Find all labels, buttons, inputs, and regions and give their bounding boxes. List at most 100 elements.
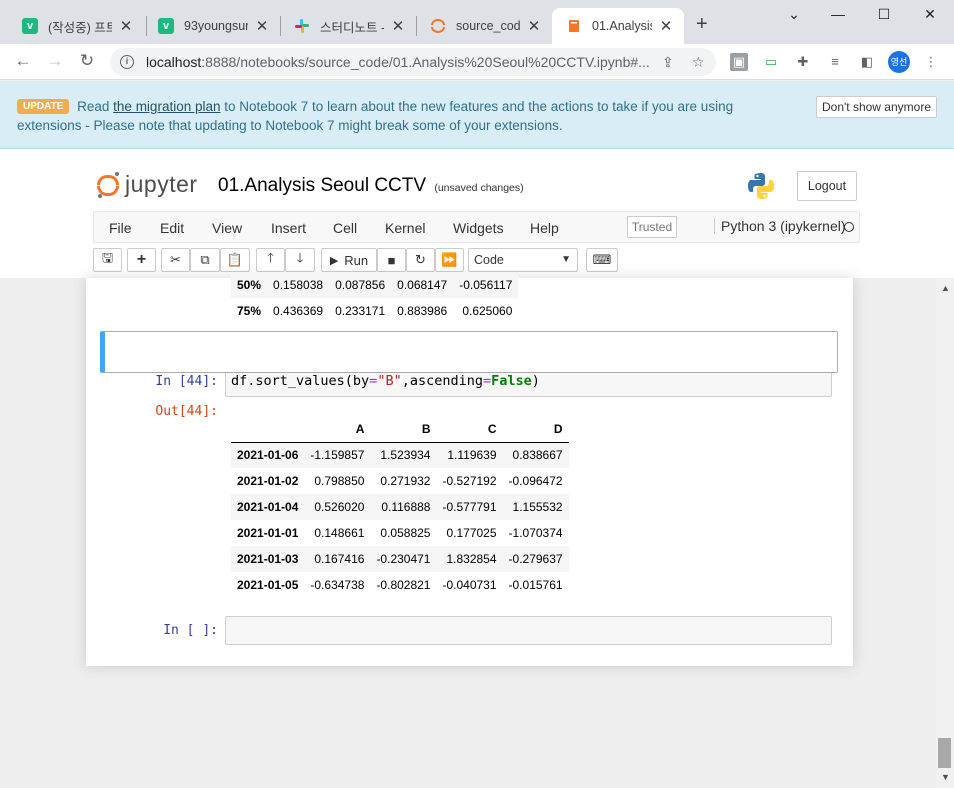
- screen-capture-icon[interactable]: ▭: [762, 53, 780, 71]
- menu-insert[interactable]: Insert: [271, 220, 306, 236]
- play-icon: ▶: [329, 254, 339, 267]
- menu-edit[interactable]: Edit: [160, 220, 184, 236]
- column-header: C: [436, 416, 503, 443]
- cut-icon[interactable]: ✂: [161, 248, 190, 272]
- table-row: 50% 0.158038 0.087856 0.068147 -0.056117: [231, 272, 519, 298]
- table-cell: 0.087856: [335, 278, 386, 292]
- logout-button[interactable]: Logout: [797, 171, 857, 201]
- menu-help[interactable]: Help: [530, 220, 559, 236]
- close-tab-icon[interactable]: ✕: [118, 17, 134, 35]
- browser-tab[interactable]: source_code/ ✕: [416, 8, 552, 44]
- browser-tab-strip: v (작성중) 프트 ✕ v 93youngsun ✕ 스터디노트 - ✕ so…: [0, 0, 954, 44]
- notebook-title-area[interactable]: 01.Analysis Seoul CCTV (unsaved changes): [218, 175, 524, 197]
- forward-arrow-icon[interactable]: →: [44, 51, 66, 71]
- table-row: 2021-01-05 -0.634738 -0.802821 -0.040731 -0.…: [231, 572, 569, 598]
- table-row: 2021-01-01 0.148661 0.058825 0.177025 -1.070…: [231, 520, 569, 546]
- cell-type-select[interactable]: Code ▼: [468, 248, 578, 272]
- table-cell: -0.040731: [442, 578, 497, 592]
- scroll-down-arrow-icon[interactable]: ▼: [941, 772, 950, 782]
- trusted-indicator[interactable]: Trusted: [627, 216, 677, 238]
- chevron-down-icon: ▼: [561, 254, 571, 265]
- table-cell: -0.279637: [508, 552, 563, 566]
- row-label: 2021-01-04: [237, 500, 299, 514]
- browser-tab-active[interactable]: 01.Analysis S ✕: [552, 8, 684, 44]
- browser-tab[interactable]: v (작성중) 프트 ✕: [8, 8, 144, 44]
- dont-show-anymore-button[interactable]: Don't show anymore: [816, 96, 937, 118]
- table-cell: 0.116888: [381, 500, 431, 514]
- restart-run-all-icon[interactable]: ⏩: [435, 248, 464, 272]
- menu-bar: File Edit View Insert Cell Kernel Widget…: [93, 211, 860, 243]
- save-icon[interactable]: 🖫: [93, 248, 122, 272]
- menu-kernel[interactable]: Kernel: [385, 220, 425, 236]
- vlog-favicon-icon: v: [22, 18, 38, 34]
- stop-icon[interactable]: ■: [377, 248, 406, 272]
- menu-cell[interactable]: Cell: [333, 220, 357, 236]
- star-bookmark-icon[interactable]: ☆: [692, 54, 705, 71]
- close-tab-icon[interactable]: ✕: [390, 17, 406, 35]
- table-row: 2021-01-06 -1.159857 1.523934 1.119639 0.838…: [231, 442, 569, 468]
- table-cell: -0.230471: [376, 552, 431, 566]
- chevron-down-icon[interactable]: ⌄: [784, 6, 804, 23]
- selected-cell[interactable]: [100, 331, 838, 373]
- share-icon[interactable]: ⇪: [662, 54, 674, 71]
- jupyter-logo[interactable]: jupyter: [97, 171, 198, 198]
- copy-icon[interactable]: ⧉: [190, 248, 220, 272]
- jupyter-logo-icon: [97, 171, 119, 198]
- index-header: [231, 416, 305, 443]
- side-panel-icon[interactable]: ◧: [858, 53, 876, 71]
- media-queue-icon[interactable]: ≡: [826, 53, 844, 71]
- extension-icon[interactable]: ▣: [730, 53, 748, 71]
- table-cell: 0.883986: [397, 304, 448, 318]
- close-tab-icon[interactable]: ✕: [254, 17, 270, 35]
- menu-widgets[interactable]: Widgets: [453, 220, 504, 236]
- puzzle-extensions-icon[interactable]: ✚: [794, 53, 812, 71]
- move-up-icon[interactable]: 🡑: [256, 248, 285, 272]
- scroll-up-arrow-icon[interactable]: ▲: [941, 283, 950, 293]
- close-tab-icon[interactable]: ✕: [526, 17, 542, 35]
- restart-icon[interactable]: ↻: [406, 248, 435, 272]
- close-tab-icon[interactable]: ✕: [658, 17, 674, 35]
- table-cell: 0.625060: [462, 304, 513, 318]
- migration-plan-link[interactable]: the migration plan: [113, 99, 220, 114]
- code-token: ): [531, 373, 540, 389]
- paste-icon[interactable]: 📋: [220, 248, 250, 272]
- table-cell: -0.056117: [459, 278, 513, 292]
- browser-tab[interactable]: v 93youngsun ✕: [144, 8, 280, 44]
- url-text[interactable]: localhost:8888/notebooks/source_code/01.…: [146, 54, 656, 70]
- row-label: 50%: [237, 278, 262, 292]
- back-arrow-icon[interactable]: ←: [12, 51, 34, 71]
- run-button[interactable]: ▶ Run: [321, 248, 377, 272]
- scrollbar-thumb[interactable]: [938, 738, 951, 768]
- command-palette-keyboard-icon[interactable]: ⌨: [586, 248, 618, 272]
- move-down-icon[interactable]: 🡓: [285, 248, 315, 272]
- kebab-menu-icon[interactable]: ⋮: [922, 53, 940, 71]
- kernel-idle-indicator-icon: [844, 222, 854, 232]
- minimize-icon[interactable]: —: [828, 6, 848, 22]
- table-row: 2021-01-03 0.167416 -0.230471 1.832854 -0.27…: [231, 546, 569, 572]
- close-window-icon[interactable]: ✕: [920, 6, 940, 23]
- maximize-icon[interactable]: ☐: [874, 6, 894, 23]
- kernel-name[interactable]: Python 3 (ipykernel): [714, 218, 846, 234]
- profile-avatar[interactable]: 영선: [888, 51, 910, 73]
- cell-type-value: Code: [474, 253, 504, 267]
- vertical-scrollbar[interactable]: ▲ ▼: [936, 278, 954, 788]
- insert-cell-below-icon[interactable]: +: [127, 248, 156, 272]
- menu-file[interactable]: File: [109, 220, 132, 236]
- table-cell: 0.526020: [314, 500, 365, 514]
- address-bar[interactable]: i localhost:8888/notebooks/source_code/0…: [110, 48, 716, 76]
- reload-icon[interactable]: ↻: [76, 51, 98, 71]
- browser-tab[interactable]: 스터디노트 - ✕: [280, 8, 416, 44]
- table-cell: -1.070374: [508, 526, 563, 540]
- tab-title: (작성중) 프트: [48, 20, 112, 35]
- empty-code-input[interactable]: [225, 616, 832, 645]
- new-tab-icon[interactable]: +: [696, 13, 708, 36]
- menu-view[interactable]: View: [212, 220, 242, 236]
- info-icon[interactable]: i: [120, 55, 134, 69]
- python-logo-icon: [746, 171, 776, 201]
- code-token: =: [482, 373, 492, 389]
- table-cell: 1.523934: [380, 448, 431, 463]
- table-cell: -0.096472: [508, 474, 563, 488]
- table-cell: 0.798850: [314, 474, 365, 488]
- notebook-title[interactable]: 01.Analysis Seoul CCTV: [218, 175, 426, 196]
- notebook-icon: [566, 18, 582, 34]
